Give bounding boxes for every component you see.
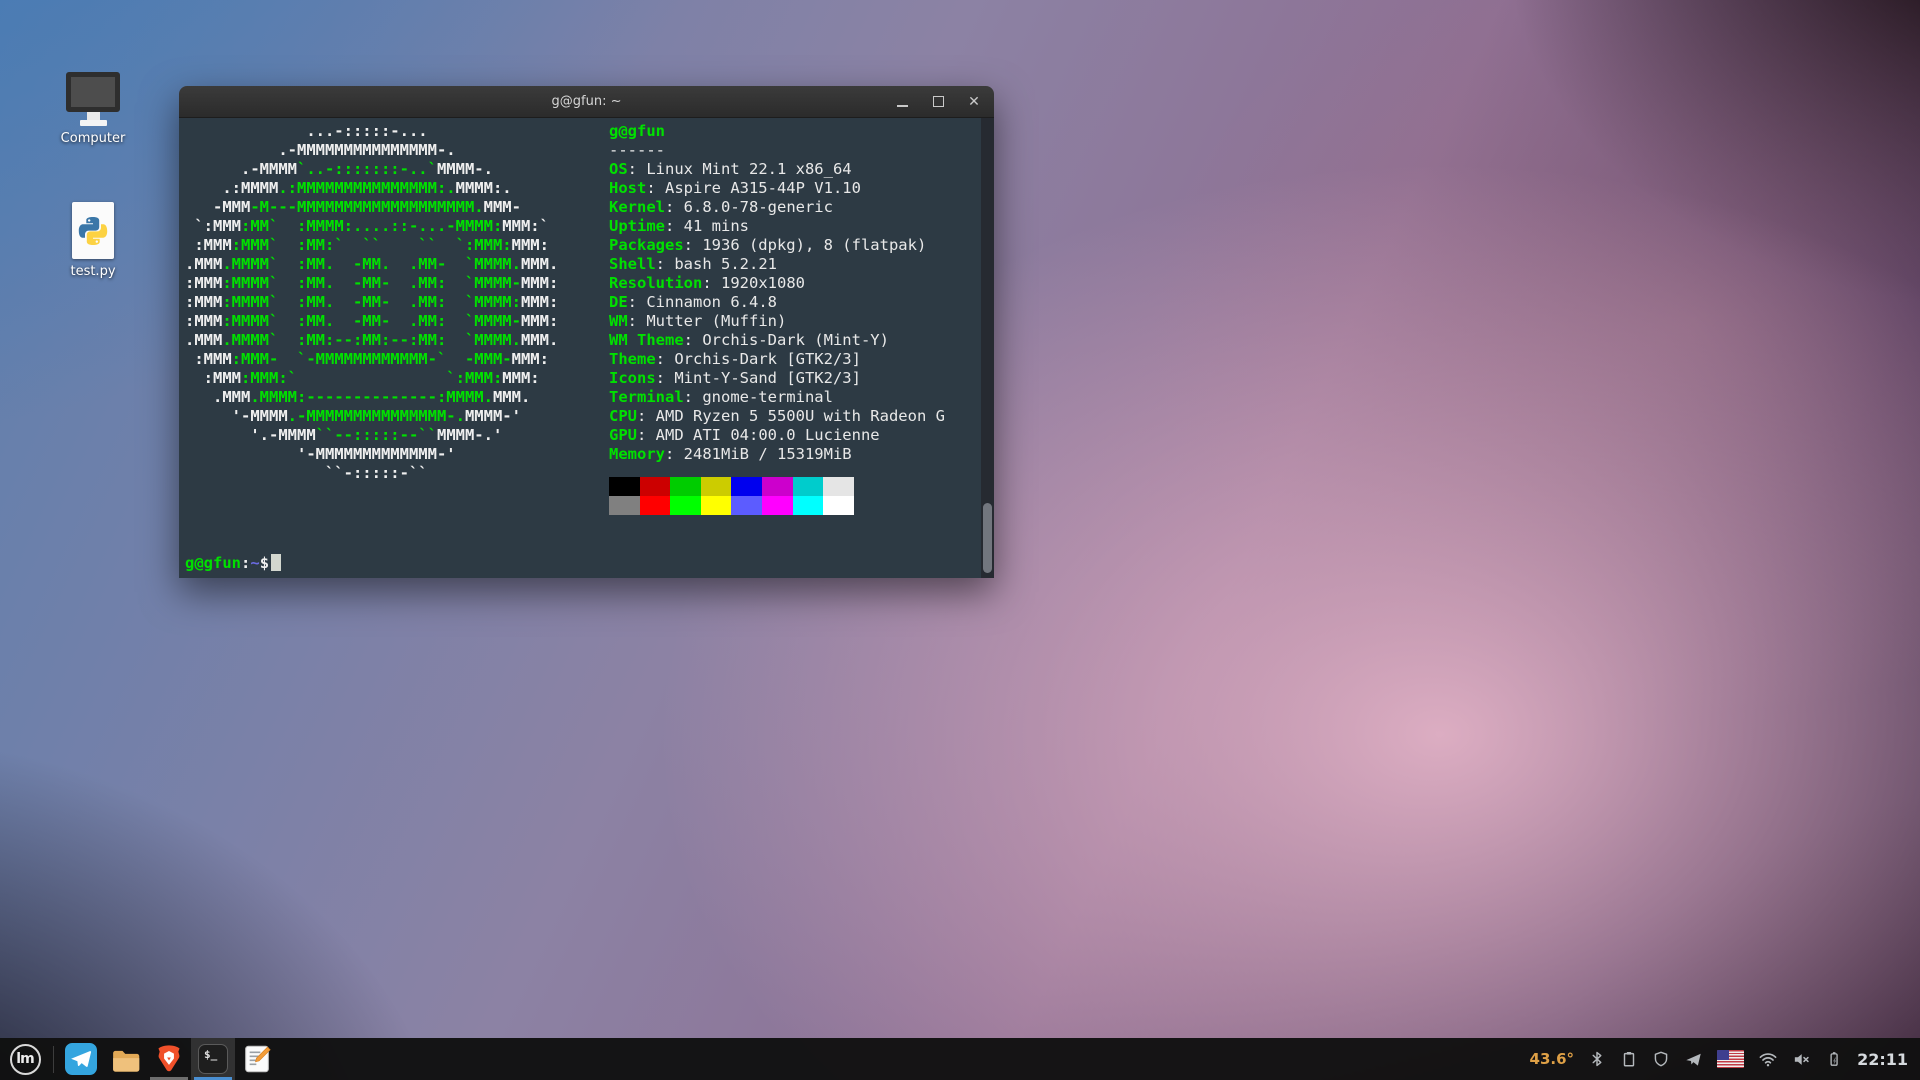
desktop-icon-test-py[interactable]: test.py bbox=[58, 202, 128, 279]
folder-icon bbox=[109, 1043, 142, 1076]
flag-canton bbox=[1717, 1050, 1729, 1060]
system-tray: 43.6° bbox=[1530, 1049, 1920, 1069]
shell-prompt: g@gfun:~$ bbox=[185, 554, 281, 573]
clock[interactable]: 22:11 bbox=[1857, 1050, 1908, 1069]
desktop-icon-computer[interactable]: Computer bbox=[58, 72, 128, 146]
terminal-screen[interactable]: ...-:::::-... .-MMMMMMMMMMMMMMM-. .-MMMM… bbox=[179, 118, 994, 578]
window-title: g@gfun: ~ bbox=[552, 94, 622, 109]
text-cursor bbox=[271, 554, 281, 571]
keyboard-layout-us-flag-icon[interactable] bbox=[1717, 1050, 1744, 1068]
prompt-path: ~ bbox=[250, 554, 259, 572]
taskbar-telegram-button[interactable] bbox=[59, 1038, 103, 1080]
send-icon[interactable] bbox=[1684, 1050, 1703, 1069]
taskbar-terminal-button[interactable]: $_ bbox=[191, 1038, 235, 1080]
wifi-icon[interactable] bbox=[1758, 1049, 1778, 1069]
desktop: Computer test.py g@gfun: ~ ✕ ...-:::::-.… bbox=[0, 0, 1920, 1080]
close-button[interactable]: ✕ bbox=[964, 92, 984, 112]
prompt-colon: : bbox=[241, 554, 250, 572]
taskbar-separator bbox=[53, 1046, 54, 1073]
mint-menu-button[interactable]: lm bbox=[0, 1038, 50, 1080]
shield-icon[interactable] bbox=[1652, 1050, 1670, 1068]
maximize-icon bbox=[933, 96, 944, 107]
bluetooth-icon[interactable] bbox=[1588, 1050, 1606, 1068]
taskbar-text-editor-button[interactable] bbox=[235, 1038, 279, 1080]
sysinfo: g@gfun------OS: Linux Mint 22.1 x86_64Ho… bbox=[609, 122, 945, 515]
color-palette bbox=[609, 477, 854, 515]
taskbar-files-button[interactable] bbox=[103, 1038, 147, 1080]
brave-icon bbox=[153, 1043, 185, 1075]
text-editor-icon bbox=[241, 1043, 273, 1075]
taskbar-brave-button[interactable] bbox=[147, 1038, 191, 1080]
desktop-icon-label: Computer bbox=[58, 131, 128, 146]
maximize-button[interactable] bbox=[928, 92, 948, 112]
minimize-icon bbox=[897, 105, 908, 107]
telegram-icon bbox=[65, 1043, 97, 1075]
taskbar: lm $_ bbox=[0, 1038, 1920, 1080]
scrollbar-thumb[interactable] bbox=[983, 503, 992, 573]
temperature-indicator[interactable]: 43.6° bbox=[1530, 1050, 1575, 1068]
close-icon: ✕ bbox=[968, 95, 980, 109]
prompt-user: g@gfun bbox=[185, 554, 241, 572]
mint-logo-icon: lm bbox=[10, 1044, 41, 1075]
prompt-dollar: $ bbox=[260, 554, 269, 572]
computer-icon bbox=[58, 72, 128, 126]
clipboard-icon[interactable] bbox=[1620, 1050, 1638, 1068]
window-titlebar[interactable]: g@gfun: ~ ✕ bbox=[179, 86, 994, 118]
desktop-icon-label: test.py bbox=[58, 264, 128, 279]
ascii-art: ...-:::::-... .-MMMMMMMMMMMMMMM-. .-MMMM… bbox=[185, 122, 558, 483]
volume-muted-icon[interactable] bbox=[1792, 1050, 1811, 1069]
battery-charging-icon[interactable] bbox=[1825, 1050, 1843, 1068]
python-file-icon bbox=[72, 202, 114, 259]
scrollbar[interactable] bbox=[981, 118, 994, 578]
terminal-window: g@gfun: ~ ✕ ...-:::::-... .-MMMMMMMMMMMM… bbox=[179, 86, 994, 578]
minimize-button[interactable] bbox=[892, 92, 912, 112]
terminal-icon: $_ bbox=[198, 1044, 228, 1074]
